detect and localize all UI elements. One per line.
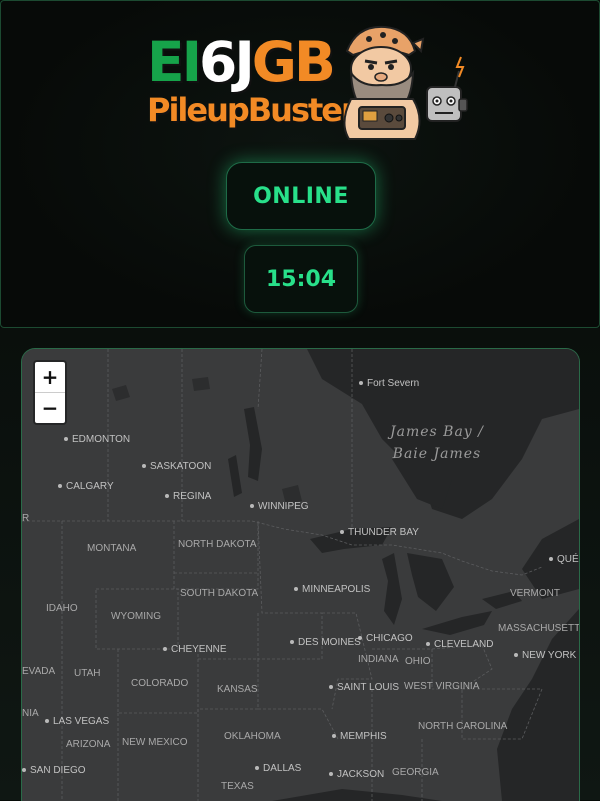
city-san-diego: SAN DIEGO	[22, 765, 86, 776]
header-panel: EI6JGB PileupBuster ONLINE 15:04	[0, 0, 600, 328]
logo-letter: 6	[199, 30, 237, 94]
state-vermont: VERMONT	[510, 588, 560, 599]
logo-callsign: EI6JGB	[147, 30, 336, 94]
zoom-control: + −	[33, 360, 67, 425]
city-new-york: NEW YORK	[514, 650, 576, 661]
water-label-line1: James Bay /	[390, 424, 484, 440]
map-view[interactable]: + − James Bay / Baie James Fort Severn E…	[21, 348, 580, 801]
state-california: NIA	[22, 708, 39, 719]
zoom-in-button[interactable]: +	[35, 362, 65, 393]
state-kansas: KANSAS	[217, 684, 258, 695]
state-utah: UTAH	[74, 668, 101, 679]
city-fort-severn: Fort Severn	[359, 378, 419, 389]
city-edmonton: EDMONTON	[64, 434, 130, 445]
logo-letter: J	[234, 30, 255, 94]
logo-letter: B	[293, 30, 336, 94]
city-saint-louis: SAINT LOUIS	[329, 682, 399, 693]
state-indiana: INDIANA	[358, 654, 399, 665]
state-colorado: COLORADO	[131, 678, 189, 689]
city-memphis: MEMPHIS	[332, 731, 387, 742]
state-nevada: EVADA	[22, 666, 56, 677]
status-badge: ONLINE	[226, 162, 376, 230]
state-idaho: IDAHO	[46, 603, 78, 614]
state-north-carolina: NORTH CAROLINA	[418, 721, 508, 732]
city-thunder-bay: THUNDER BAY	[340, 527, 419, 538]
city-cheyenne: CHEYENNE	[163, 644, 227, 655]
state-ohio: OHIO	[405, 656, 431, 667]
logo-letter: E	[147, 30, 185, 94]
water-label-line2: Baie James	[392, 446, 482, 462]
logo-letter: I	[181, 30, 203, 94]
city-des-moines: DES MOINES	[290, 637, 361, 648]
clock-display: 15:04	[244, 245, 358, 313]
city-winnipeg: WINNIPEG	[250, 501, 309, 512]
state-north-dakota: NORTH DAKOTA	[178, 539, 257, 550]
state-new-mexico: NEW MEXICO	[122, 737, 188, 748]
city-chicago: CHICAGO	[358, 633, 413, 644]
state-massachusetts: MASSACHUSETTS	[498, 623, 580, 634]
state-montana: MONTANA	[87, 543, 137, 554]
state-wyoming: WYOMING	[111, 611, 161, 622]
city-saskatoon: SASKATOON	[142, 461, 211, 472]
logo-tagline: PileupBuster	[147, 91, 357, 129]
state-texas: TEXAS	[221, 781, 254, 792]
map-section: + − James Bay / Baie James Fort Severn E…	[0, 328, 600, 801]
city-las-vegas: LAS VEGAS	[45, 716, 109, 727]
zoom-out-button[interactable]: −	[35, 393, 65, 423]
logo: EI6JGB PileupBuster	[147, 23, 468, 141]
state-south-dakota: SOUTH DAKOTA	[180, 588, 259, 599]
state-oklahoma: OKLAHOMA	[224, 731, 281, 742]
state-arizona: ARIZONA	[66, 739, 111, 750]
map-basemap	[22, 349, 579, 801]
edge-label: R	[22, 513, 30, 524]
water-label-james-bay: James Bay / Baie James	[390, 421, 484, 465]
state-west-virginia: WEST VIRGINIA	[404, 681, 480, 692]
bearded-radio-operator-icon	[343, 25, 468, 140]
city-quebec: QUÉBEC	[549, 554, 579, 565]
city-dallas: DALLAS	[255, 763, 301, 774]
city-minneapolis: MINNEAPOLIS	[294, 584, 370, 595]
city-cleveland: CLEVELAND	[426, 639, 493, 650]
city-jackson: JACKSON	[329, 769, 384, 780]
state-georgia: GEORGIA	[392, 767, 439, 778]
logo-letter: G	[251, 30, 297, 94]
city-calgary: CALGARY	[58, 481, 114, 492]
city-regina: REGINA	[165, 491, 211, 502]
